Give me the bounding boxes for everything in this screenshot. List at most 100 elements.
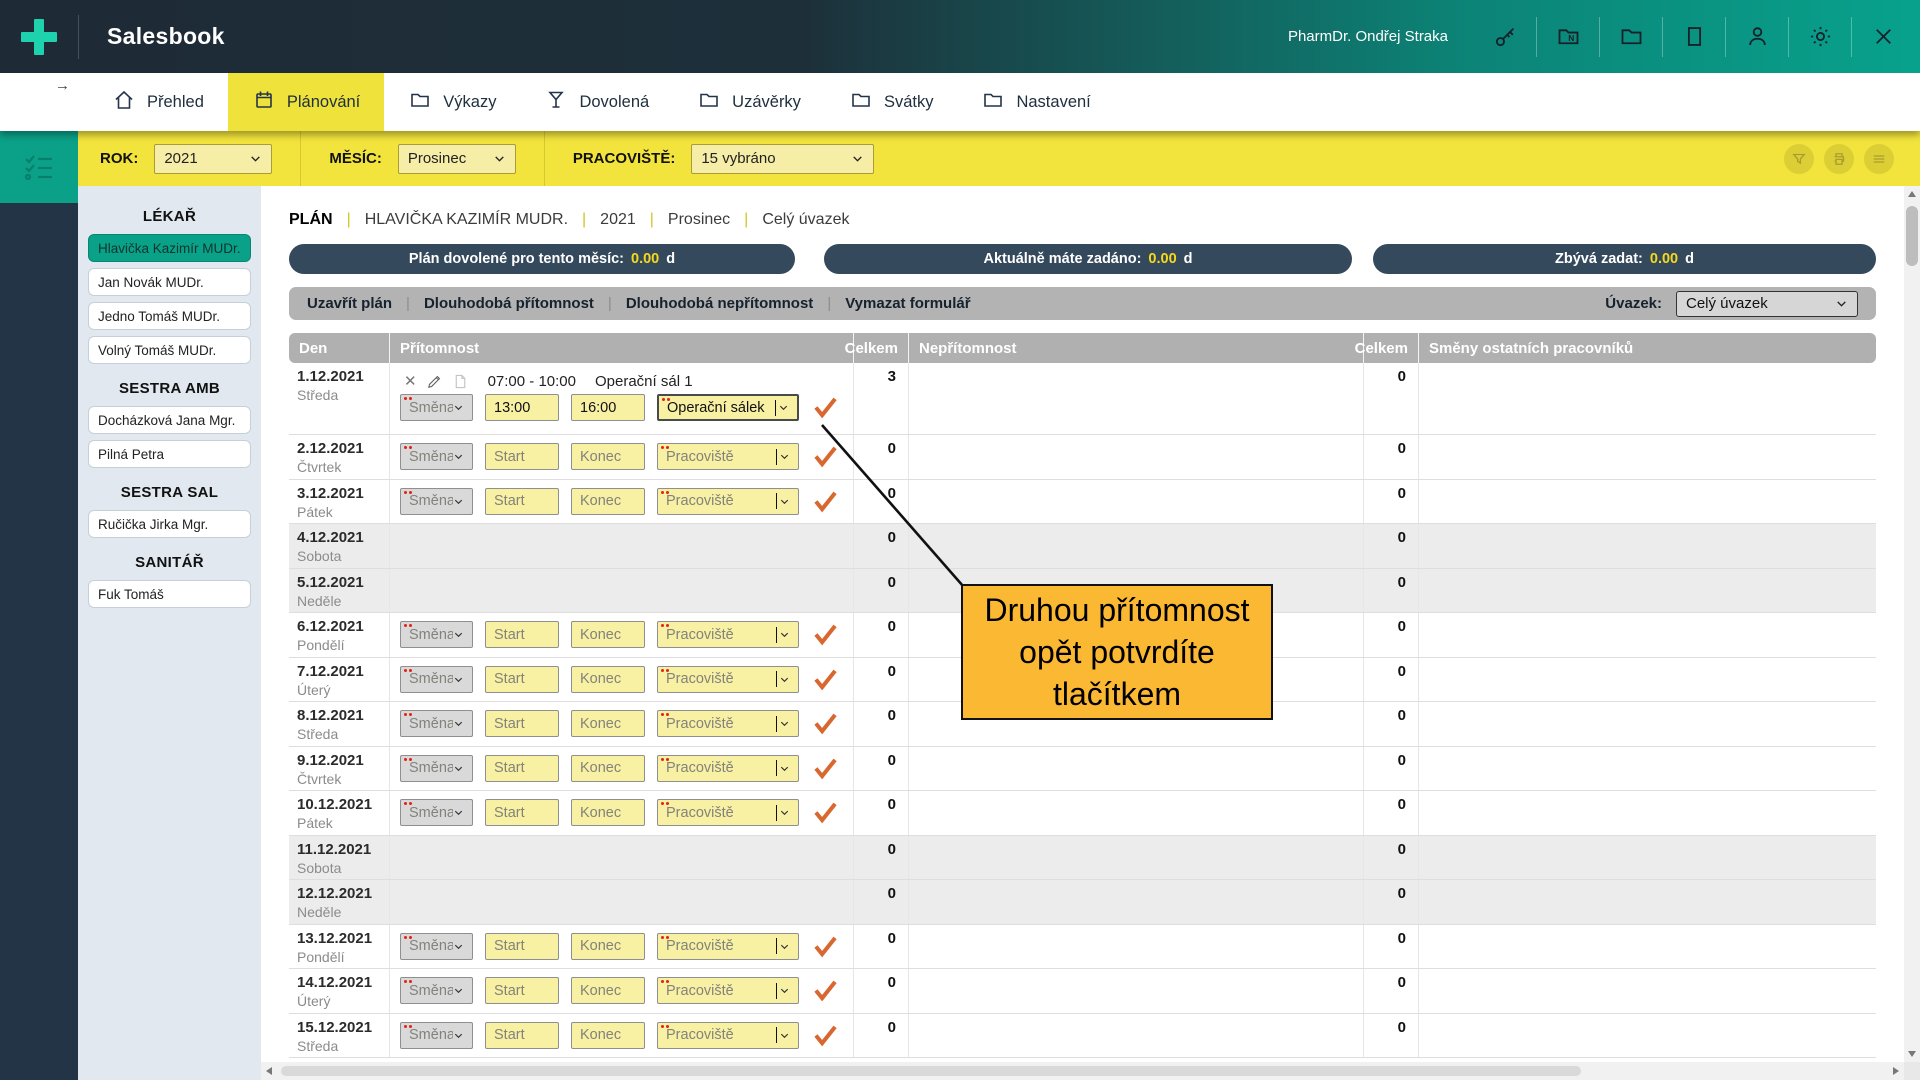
workplace-select[interactable]: Pracoviště: [657, 754, 799, 782]
folder-new-icon[interactable]: N: [1537, 0, 1599, 73]
gear-icon[interactable]: [1789, 0, 1851, 73]
start-time-input[interactable]: Start: [485, 487, 559, 515]
start-time-input[interactable]: Start: [485, 977, 559, 1004]
close-icon[interactable]: [1852, 0, 1914, 73]
staff-item[interactable]: Hlavička Kazimír MUDr.: [88, 234, 251, 262]
print-button[interactable]: [1824, 143, 1854, 174]
scroll-left-arrow[interactable]: [261, 1062, 277, 1080]
shift-type-select[interactable]: Směna: [400, 621, 473, 648]
workplace-select[interactable]: Pracoviště: [657, 977, 799, 1004]
start-time-input[interactable]: 13:00: [485, 394, 559, 421]
horizontal-scrollbar[interactable]: [261, 1062, 1904, 1080]
end-time-input[interactable]: Konec: [571, 1021, 645, 1049]
edit-entry-icon[interactable]: [426, 373, 443, 390]
end-time-input[interactable]: Konec: [571, 621, 645, 648]
mesic-select[interactable]: Prosinec: [397, 143, 516, 174]
shift-type-select[interactable]: Směna: [400, 932, 473, 960]
uvazek-select[interactable]: Celý úvazek: [1676, 290, 1858, 317]
vertical-scroll-thumb[interactable]: [1906, 206, 1918, 266]
menu-button[interactable]: [1864, 143, 1894, 174]
tab-svatky[interactable]: Svátky: [825, 73, 958, 131]
forward-arrow-icon[interactable]: →: [55, 77, 70, 94]
end-time-input[interactable]: Konec: [571, 799, 645, 826]
workplace-select[interactable]: Pracoviště: [657, 443, 799, 470]
vertical-scrollbar[interactable]: [1904, 186, 1920, 1062]
shift-type-select[interactable]: Směna: [400, 1021, 473, 1049]
end-time-input[interactable]: Konec: [571, 443, 645, 470]
end-time-input[interactable]: Konec: [571, 932, 645, 960]
toolbar-action[interactable]: Dlouhodobá přítomnost: [424, 295, 594, 312]
shift-type-select[interactable]: Směna: [400, 394, 473, 421]
confirm-check-button[interactable]: [813, 445, 838, 468]
end-time-input[interactable]: Konec: [571, 710, 645, 737]
copy-entry-icon[interactable]: [452, 373, 469, 390]
staff-item[interactable]: Volný Tomáš MUDr.: [88, 336, 251, 364]
workplace-select[interactable]: Pracoviště: [657, 621, 799, 648]
confirm-check-button[interactable]: [813, 801, 838, 824]
key-icon[interactable]: [1474, 0, 1536, 73]
staff-item[interactable]: Ručička Jirka Mgr.: [88, 510, 251, 538]
staff-item[interactable]: Pilná Petra: [88, 440, 251, 468]
confirm-check-button[interactable]: [813, 1024, 838, 1047]
horizontal-scroll-thumb[interactable]: [281, 1066, 1581, 1076]
tab-nastaveni[interactable]: Nastavení: [957, 73, 1114, 131]
shift-type-select[interactable]: Směna: [400, 799, 473, 826]
confirm-check-button[interactable]: [813, 623, 838, 646]
end-time-input[interactable]: Konec: [571, 977, 645, 1004]
toolbar-action[interactable]: Vymazat formulář: [845, 295, 970, 312]
start-time-input[interactable]: Start: [485, 621, 559, 648]
workplace-select[interactable]: Pracoviště: [657, 932, 799, 960]
sidebar-toggle-button[interactable]: [0, 131, 78, 203]
confirm-check-button[interactable]: [813, 712, 838, 735]
start-time-input[interactable]: Start: [485, 665, 559, 693]
staff-item[interactable]: Docházková Jana Mgr.: [88, 406, 251, 434]
frame-icon[interactable]: [1663, 0, 1725, 73]
tab-prehled[interactable]: Přehled: [88, 73, 228, 131]
scroll-up-arrow[interactable]: [1904, 186, 1920, 202]
shift-type-select[interactable]: Směna: [400, 977, 473, 1004]
tab-planovani[interactable]: Plánování: [227, 73, 385, 131]
workplace-select[interactable]: Pracoviště: [657, 799, 799, 826]
start-time-input[interactable]: Start: [485, 1021, 559, 1049]
staff-item[interactable]: Jan Novák MUDr.: [88, 268, 251, 296]
pracoviste-select[interactable]: 15 vybráno: [691, 143, 875, 174]
delete-entry-icon[interactable]: ✕: [404, 372, 417, 390]
scroll-down-arrow[interactable]: [1904, 1046, 1920, 1062]
workplace-select[interactable]: Operační sálek: [657, 394, 799, 421]
start-time-input[interactable]: Start: [485, 932, 559, 960]
start-time-input[interactable]: Start: [485, 443, 559, 470]
shift-type-select[interactable]: Směna: [400, 487, 473, 515]
confirm-check-button[interactable]: [813, 396, 838, 419]
end-time-input[interactable]: Konec: [571, 665, 645, 693]
shift-type-select[interactable]: Směna: [400, 754, 473, 782]
staff-item[interactable]: Jedno Tomáš MUDr.: [88, 302, 251, 330]
scroll-right-arrow[interactable]: [1888, 1062, 1904, 1080]
shift-type-select[interactable]: Směna: [400, 710, 473, 737]
filter-funnel-button[interactable]: [1784, 143, 1814, 174]
folder-icon[interactable]: [1600, 0, 1662, 73]
confirm-check-button[interactable]: [813, 979, 838, 1002]
rok-select[interactable]: 2021: [154, 143, 273, 174]
start-time-input[interactable]: Start: [485, 710, 559, 737]
workplace-select[interactable]: Pracoviště: [657, 487, 799, 515]
tab-dovolena[interactable]: Dovolená: [520, 73, 673, 131]
end-time-input[interactable]: Konec: [571, 754, 645, 782]
toolbar-action[interactable]: Dlouhodobá nepřítomnost: [626, 295, 813, 312]
shift-type-select[interactable]: Směna: [400, 665, 473, 693]
workplace-select[interactable]: Pracoviště: [657, 665, 799, 693]
confirm-check-button[interactable]: [813, 935, 838, 958]
workplace-select[interactable]: Pracoviště: [657, 710, 799, 737]
confirm-check-button[interactable]: [813, 490, 838, 513]
user-name[interactable]: PharmDr. Ondřej Straka: [1288, 28, 1448, 45]
user-icon[interactable]: [1726, 0, 1788, 73]
confirm-check-button[interactable]: [813, 668, 838, 691]
staff-item[interactable]: Fuk Tomáš: [88, 580, 251, 608]
shift-type-select[interactable]: Směna: [400, 443, 473, 470]
start-time-input[interactable]: Start: [485, 754, 559, 782]
confirm-check-button[interactable]: [813, 757, 838, 780]
start-time-input[interactable]: Start: [485, 799, 559, 826]
workplace-select[interactable]: Pracoviště: [657, 1021, 799, 1049]
tab-uzaverky[interactable]: Uzávěrky: [673, 73, 825, 131]
end-time-input[interactable]: 16:00: [571, 394, 645, 421]
tab-vykazy[interactable]: Výkazy: [384, 73, 520, 131]
